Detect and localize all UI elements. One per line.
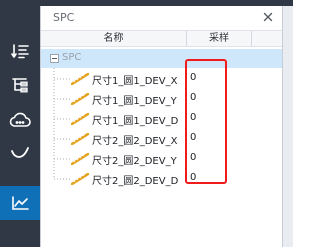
measurement-icon	[71, 153, 89, 165]
row-sample-value: 0	[190, 172, 197, 183]
collapse-toggle[interactable]	[50, 54, 59, 63]
line-chart-button[interactable]	[0, 186, 40, 220]
table-header: 名称 采样	[41, 30, 282, 47]
row-sample-value: 0	[190, 112, 197, 123]
measurement-icon	[71, 133, 89, 145]
cloud-settings-button[interactable]	[0, 102, 40, 136]
sort-list-icon	[11, 44, 29, 59]
tree-structure-button[interactable]	[0, 68, 40, 102]
tree-root-label: SPC	[62, 52, 82, 63]
tree-row[interactable]: 尺寸1_圆1_DEV_Y 0	[41, 89, 282, 109]
row-name: 尺寸1_圆1_DEV_Y	[92, 96, 177, 107]
line-chart-icon	[12, 196, 29, 210]
measurement-icon	[71, 113, 89, 125]
tree-root-node[interactable]: SPC	[41, 49, 282, 68]
sort-list-button[interactable]	[0, 34, 40, 68]
tree-row[interactable]: 尺寸1_圆1_DEV_D 0	[41, 109, 282, 129]
tree-row[interactable]: 尺寸2_圆2_DEV_X 0	[41, 129, 282, 149]
panel-title: SPC	[53, 11, 75, 24]
tree-row[interactable]: 尺寸2_圆2_DEV_D 0	[41, 169, 282, 189]
left-sidebar	[0, 6, 40, 247]
column-header-name[interactable]: 名称	[41, 31, 187, 46]
tree-row[interactable]: 尺寸2_圆2_DEV_Y 0	[41, 149, 282, 169]
curve-button[interactable]	[0, 136, 40, 170]
row-sample-value: 0	[190, 92, 197, 103]
row-name: 尺寸1_圆1_DEV_X	[92, 76, 178, 87]
row-name: 尺寸2_圆2_DEV_D	[92, 176, 179, 187]
tree-structure-icon	[12, 78, 28, 93]
column-header-sample[interactable]: 采样	[187, 31, 252, 46]
close-icon[interactable]	[262, 11, 274, 23]
app-window: SPC 名称 采样 SPC 尺寸1_圆1_DEV_X 0 尺寸1_圆1_DEV_…	[0, 0, 293, 247]
row-name: 尺寸2_圆2_DEV_X	[92, 136, 178, 147]
measurement-icon	[71, 173, 89, 185]
row-name: 尺寸1_圆1_DEV_D	[92, 116, 179, 127]
curve-icon	[11, 147, 29, 158]
tree-row[interactable]: 尺寸1_圆1_DEV_X 0	[41, 69, 282, 89]
row-name: 尺寸2_圆2_DEV_Y	[92, 156, 177, 167]
row-sample-value: 0	[190, 72, 197, 83]
spc-panel: SPC 名称 采样 SPC 尺寸1_圆1_DEV_X 0 尺寸1_圆1_DEV_…	[40, 6, 283, 247]
measurement-icon	[71, 73, 89, 85]
panel-header: SPC	[41, 6, 282, 30]
row-sample-value: 0	[190, 152, 197, 163]
cloud-settings-icon	[9, 112, 31, 127]
measurement-icon	[71, 93, 89, 105]
row-sample-value: 0	[190, 132, 197, 143]
